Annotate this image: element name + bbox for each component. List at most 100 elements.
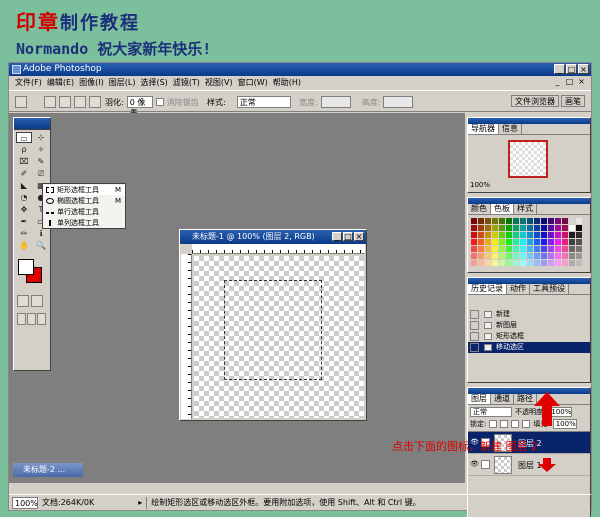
- style-select[interactable]: 正常: [236, 96, 291, 108]
- brush-tool-icon[interactable]: ⎚: [33, 168, 49, 179]
- color-swatch[interactable]: [548, 232, 554, 238]
- color-swatch[interactable]: [478, 225, 484, 231]
- menu-select[interactable]: 选择(S): [140, 76, 167, 89]
- color-swatch[interactable]: [485, 260, 491, 266]
- color-swatch[interactable]: [541, 246, 547, 252]
- tab-info[interactable]: 信息: [499, 124, 522, 134]
- color-swatch[interactable]: [576, 218, 582, 224]
- color-swatch[interactable]: [471, 260, 477, 266]
- layer-row[interactable]: 👁 图层 1: [468, 454, 590, 476]
- color-swatch[interactable]: [548, 246, 554, 252]
- color-swatch[interactable]: [492, 218, 498, 224]
- history-item[interactable]: 矩形选框: [468, 331, 590, 342]
- color-swatch[interactable]: [520, 239, 526, 245]
- color-swatch[interactable]: [534, 253, 540, 259]
- color-swatch[interactable]: [527, 239, 533, 245]
- color-swatch[interactable]: [478, 239, 484, 245]
- document-canvas[interactable]: [194, 256, 364, 418]
- stamp-tool-icon[interactable]: ◣: [16, 180, 32, 191]
- quickmask-mode-icon[interactable]: [31, 295, 43, 307]
- color-swatch[interactable]: [576, 253, 582, 259]
- lock-all-icon[interactable]: [522, 420, 531, 428]
- mdi-minimize-button[interactable]: _: [552, 77, 563, 87]
- color-swatch[interactable]: [576, 260, 582, 266]
- color-swatch[interactable]: [471, 253, 477, 259]
- color-swatch[interactable]: [485, 246, 491, 252]
- history-source-checkbox[interactable]: [470, 343, 479, 352]
- blend-mode-select[interactable]: 正常: [470, 407, 512, 417]
- color-swatch[interactable]: [478, 232, 484, 238]
- history-item[interactable]: 新建: [468, 309, 590, 320]
- color-swatch[interactable]: [555, 232, 561, 238]
- vertical-ruler[interactable]: [181, 254, 192, 419]
- color-swatch[interactable]: [471, 246, 477, 252]
- tab-brushes[interactable]: 画笔: [561, 95, 585, 107]
- color-swatch[interactable]: [485, 232, 491, 238]
- lock-position-icon[interactable]: [511, 420, 520, 428]
- color-swatch[interactable]: [513, 260, 519, 266]
- intersect-selection-icon[interactable]: [89, 96, 101, 108]
- color-swatch[interactable]: [499, 253, 505, 259]
- color-swatch[interactable]: [541, 232, 547, 238]
- color-swatch[interactable]: [506, 232, 512, 238]
- menu-edit[interactable]: 编辑(E): [47, 76, 74, 89]
- antialias-checkbox[interactable]: [155, 98, 164, 106]
- color-swatch[interactable]: [562, 232, 568, 238]
- color-swatch[interactable]: [485, 225, 491, 231]
- color-swatch[interactable]: [520, 218, 526, 224]
- color-swatch[interactable]: [576, 225, 582, 231]
- color-swatch[interactable]: [569, 260, 575, 266]
- tab-history[interactable]: 历史记录: [468, 284, 507, 294]
- color-swatch[interactable]: [492, 246, 498, 252]
- color-swatch[interactable]: [520, 246, 526, 252]
- color-swatch[interactable]: [576, 246, 582, 252]
- color-swatch[interactable]: [499, 218, 505, 224]
- color-swatch[interactable]: [562, 260, 568, 266]
- tab-styles[interactable]: 样式: [514, 204, 537, 214]
- color-swatch[interactable]: [478, 260, 484, 266]
- color-swatch[interactable]: [534, 246, 540, 252]
- color-swatch[interactable]: [485, 239, 491, 245]
- color-swatch[interactable]: [555, 239, 561, 245]
- color-swatch[interactable]: [506, 260, 512, 266]
- color-swatch[interactable]: [569, 225, 575, 231]
- minimized-document[interactable]: 未标题-2 ...: [13, 463, 83, 477]
- color-swatch[interactable]: [506, 218, 512, 224]
- color-swatch[interactable]: [513, 218, 519, 224]
- color-swatch[interactable]: [478, 246, 484, 252]
- doc-size[interactable]: 文档:264K/0K: [42, 497, 94, 508]
- foreground-color[interactable]: [18, 259, 34, 275]
- color-swatch[interactable]: [569, 239, 575, 245]
- color-swatch[interactable]: [506, 225, 512, 231]
- tab-color[interactable]: 颜色: [468, 204, 491, 214]
- color-swatch[interactable]: [492, 260, 498, 266]
- color-swatch[interactable]: [534, 232, 540, 238]
- color-swatch[interactable]: [513, 239, 519, 245]
- color-swatch[interactable]: [569, 253, 575, 259]
- menu-layer[interactable]: 图层(L): [109, 76, 136, 89]
- feather-input[interactable]: 0 像素: [126, 96, 153, 118]
- tab-tool-presets[interactable]: 工具预设: [530, 284, 569, 294]
- color-swatch[interactable]: [499, 260, 505, 266]
- color-swatch[interactable]: [541, 253, 547, 259]
- healing-brush-icon[interactable]: ✐: [16, 168, 32, 179]
- color-swatch[interactable]: [534, 218, 540, 224]
- screen-mode-full-icon[interactable]: [37, 313, 46, 325]
- lock-transparency-icon[interactable]: [489, 420, 498, 428]
- tab-layers[interactable]: 图层: [468, 394, 491, 404]
- flyout-row-marquee[interactable]: 单行选框工具: [43, 207, 125, 217]
- color-swatch[interactable]: [478, 253, 484, 259]
- color-swatch[interactable]: [534, 225, 540, 231]
- doc-maximize-button[interactable]: □: [343, 232, 353, 241]
- color-swatch[interactable]: [520, 225, 526, 231]
- marquee-preset-icon[interactable]: [15, 96, 27, 108]
- color-swatch[interactable]: [471, 232, 477, 238]
- color-swatch[interactable]: [471, 239, 477, 245]
- maximize-button[interactable]: □: [566, 64, 577, 74]
- color-swatch[interactable]: [499, 225, 505, 231]
- tab-navigator[interactable]: 导航器: [468, 124, 499, 134]
- toolbox-header[interactable]: [14, 118, 50, 130]
- navigator-thumbnail[interactable]: [508, 140, 548, 178]
- flyout-column-marquee[interactable]: 单列选框工具: [43, 218, 125, 228]
- color-swatch[interactable]: [555, 253, 561, 259]
